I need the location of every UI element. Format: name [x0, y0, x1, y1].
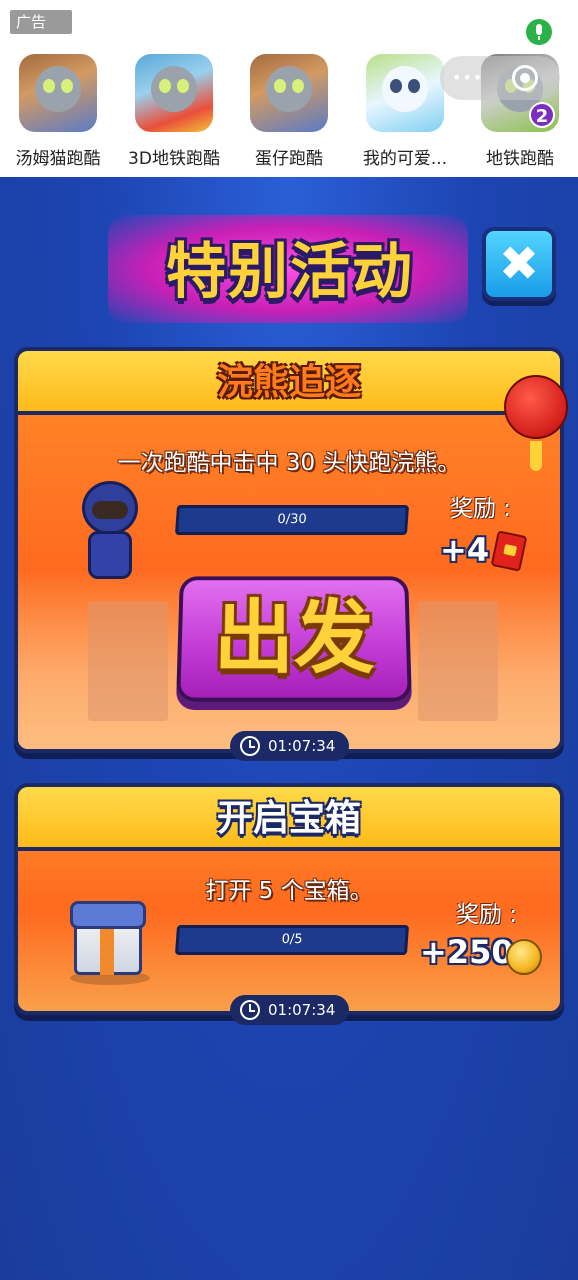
reward-label: 奖励 : [450, 496, 512, 522]
progress-text: 0/5 [281, 932, 304, 947]
lantern-icon [502, 357, 570, 477]
special-events-screen: 特别活动 ✖ 浣熊追逐 一次跑酷中击中 30 头快跑浣熊。 0/30 奖励 : … [0, 177, 578, 1280]
page-title: 特别活动 [166, 237, 414, 307]
more-icon[interactable]: ••• [452, 68, 483, 87]
raccoon-character [74, 481, 144, 581]
ad-app-label: 我的可爱... [362, 149, 448, 169]
ad-app-label: 汤姆猫跑酷 [15, 149, 101, 169]
ad-app-1[interactable]: 汤姆猫跑酷 [2, 54, 114, 169]
talking-tom-runner-icon[interactable] [250, 54, 328, 132]
ad-app-label: 地铁跑酷 [486, 149, 554, 169]
badge-2: 2 [529, 102, 555, 128]
reward-amount: +4 [440, 531, 490, 569]
close-icon: ✖ [498, 236, 540, 292]
reward-label: 奖励 : [456, 902, 518, 928]
ad-app-3[interactable]: 蛋仔跑酷 [233, 54, 345, 169]
progress-bar: 0/30 [174, 505, 410, 535]
ad-app-2[interactable]: 3D地铁跑酷 [118, 54, 230, 169]
close-ad-icon[interactable] [512, 65, 538, 91]
clock-icon [240, 736, 260, 756]
treasure-chest-icon [66, 897, 150, 985]
ad-controls[interactable]: ••• [440, 56, 560, 100]
coin-icon [506, 939, 542, 975]
event-card-open-chests: 开启宝箱 打开 5 个宝箱。 0/5 奖励 : +250 [14, 783, 564, 1015]
talking-tom-runner-icon[interactable] [19, 54, 97, 132]
ad-app-label: 3D地铁跑酷 [128, 149, 220, 169]
talking-tom-gold-icon[interactable] [135, 54, 213, 132]
event-timer: 01:07:34 [230, 995, 350, 1025]
ad-tag: 广告 [10, 10, 72, 34]
microphone-icon[interactable] [526, 19, 552, 45]
ad-app-label: 蛋仔跑酷 [255, 149, 323, 169]
cute-pet-icon[interactable] [366, 54, 444, 132]
clock-icon [240, 1000, 260, 1020]
progress-bar: 0/5 [174, 925, 410, 955]
go-button-label: 出发 [213, 591, 375, 685]
reward-amount: +250 [420, 933, 514, 971]
event-title: 浣熊追逐 [18, 351, 560, 415]
progress-text: 0/30 [276, 512, 308, 527]
timer-text: 01:07:34 [268, 737, 336, 755]
red-packet-icon [490, 530, 528, 572]
go-button[interactable]: 出发 [176, 576, 412, 702]
close-button[interactable]: ✖ [482, 227, 556, 301]
event-card-raccoon-chase: 浣熊追逐 一次跑酷中击中 30 头快跑浣熊。 0/30 奖励 : +4 出发 [14, 347, 564, 753]
ad-banner: 广告 汤姆猫跑酷 3D地铁跑酷 蛋仔跑酷 我的可爱... 2 地铁跑酷 ••• [0, 0, 578, 177]
event-description: 一次跑酷中击中 30 头快跑浣熊。 [117, 450, 461, 476]
timer-text: 01:07:34 [268, 1001, 336, 1019]
event-title: 开启宝箱 [18, 787, 560, 851]
event-timer: 01:07:34 [230, 731, 350, 761]
